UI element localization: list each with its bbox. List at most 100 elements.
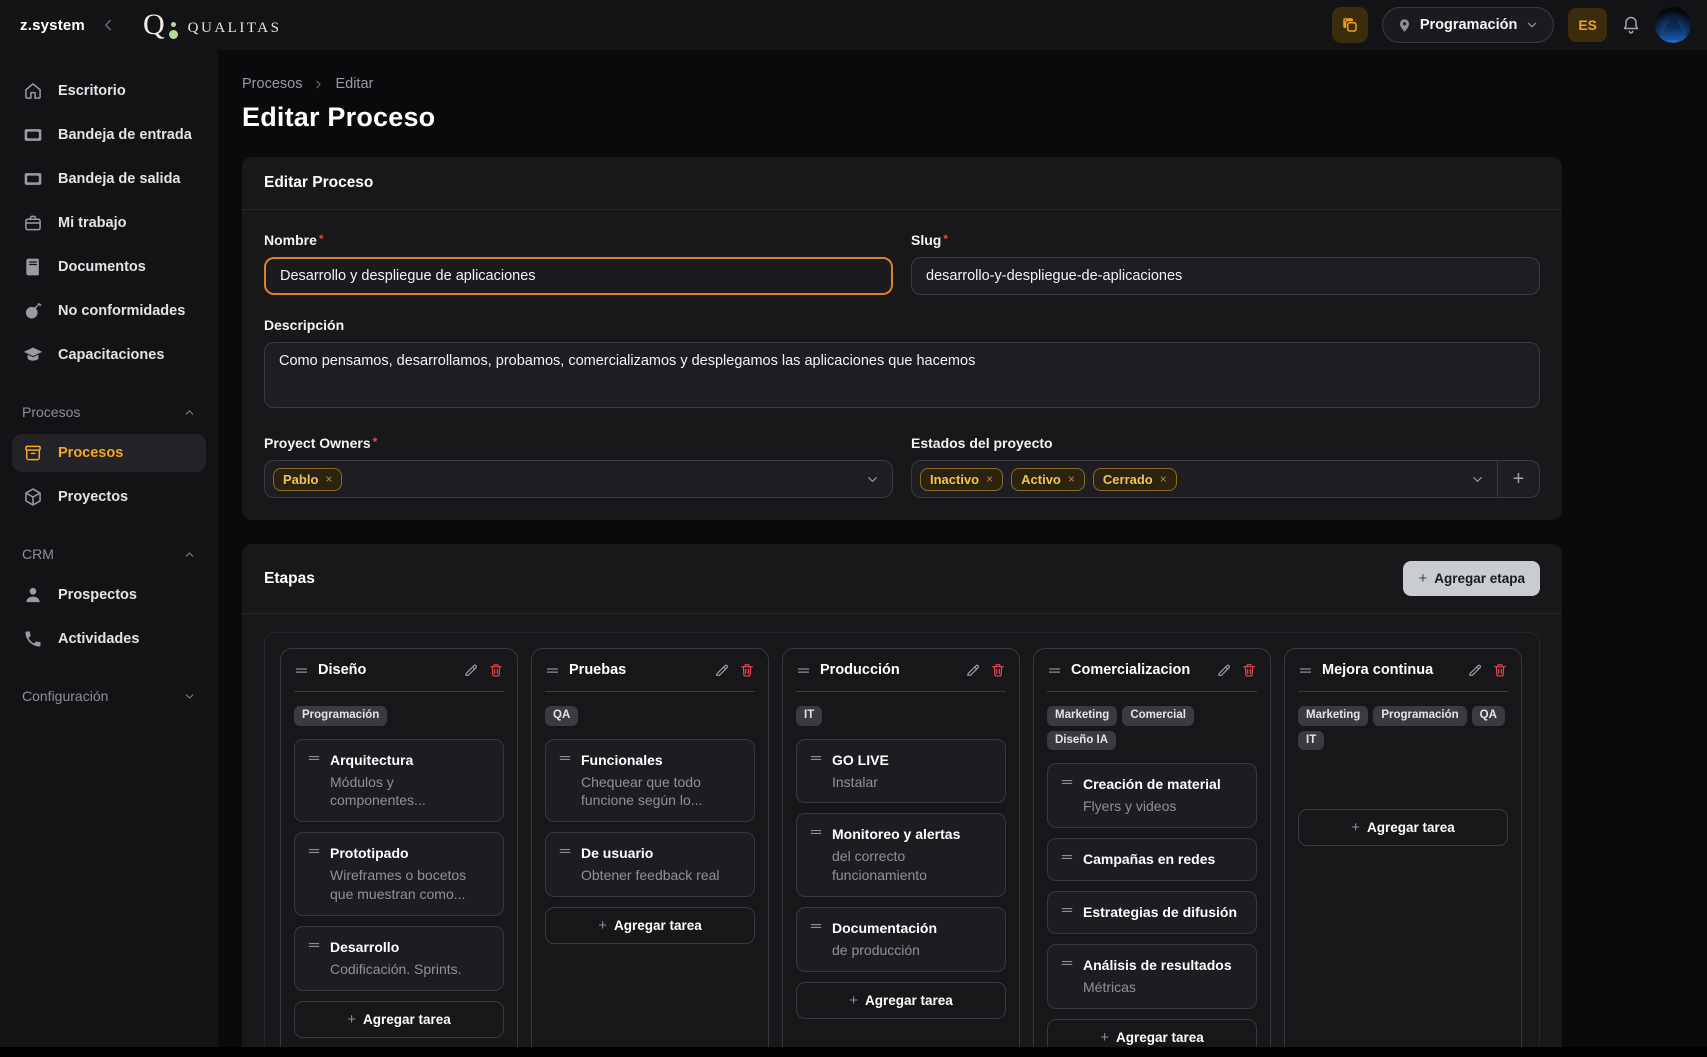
remove-tag-icon[interactable]: × [1068, 473, 1075, 485]
edit-stage-button[interactable] [1216, 662, 1232, 678]
add-estado-button[interactable]: + [1497, 461, 1539, 497]
drag-handle-icon[interactable] [545, 663, 560, 678]
breadcrumb: Procesos Editar [242, 76, 1562, 92]
logo-dots [169, 22, 178, 39]
drag-handle-icon[interactable] [307, 751, 321, 811]
drag-handle-icon[interactable] [558, 844, 572, 885]
add-stage-button[interactable]: + Agregar etapa [1403, 561, 1540, 596]
task-title: Estrategias de difusión [1083, 904, 1237, 920]
sidebar-item-label: No conformidades [58, 303, 185, 319]
estados-select[interactable]: Inactivo × Activo × Cerrado [911, 460, 1540, 498]
main-content: Procesos Editar Editar Proceso Editar Pr… [218, 50, 1707, 1047]
drag-handle-icon[interactable] [796, 663, 811, 678]
drag-handle-icon[interactable] [307, 844, 321, 904]
edit-process-card: Editar Proceso Nombre Slug Descrip [242, 157, 1562, 520]
drag-handle-icon[interactable] [1047, 663, 1062, 678]
sidebar-section-crm[interactable]: CRM [12, 538, 206, 570]
sidebar-item-no-conformidades[interactable]: No conformidades [12, 292, 206, 330]
add-task-button[interactable]: + Agregar tarea [294, 1001, 504, 1038]
sidebar-item-bandeja-salida[interactable]: Bandeja de salida [12, 160, 206, 198]
plus-icon: + [347, 1011, 356, 1028]
add-task-button[interactable]: + Agregar tarea [796, 982, 1006, 1019]
slug-input[interactable] [911, 257, 1540, 295]
drag-handle-icon[interactable] [1060, 850, 1074, 869]
remove-tag-icon[interactable]: × [325, 473, 332, 485]
task-card[interactable]: Creación de material Flyers y videos [1047, 763, 1257, 828]
sidebar-item-prospectos[interactable]: Prospectos [12, 576, 206, 614]
notifications-button[interactable] [1621, 15, 1641, 35]
workspace-selector[interactable]: Programación [1382, 7, 1555, 43]
edit-stage-button[interactable] [463, 662, 479, 678]
edit-stage-button[interactable] [965, 662, 981, 678]
task-card[interactable]: Monitoreo y alertas del correcto funcion… [796, 813, 1006, 897]
task-card[interactable]: GO LIVE Instalar [796, 739, 1006, 804]
etapas-card: Etapas + Agregar etapa Diseño [242, 544, 1562, 1047]
chevron-right-icon [312, 78, 325, 91]
drag-handle-icon[interactable] [307, 938, 321, 979]
task-card[interactable]: Documentación de producción [796, 907, 1006, 972]
delete-stage-button[interactable] [1241, 662, 1257, 678]
add-task-button[interactable]: + Agregar tarea [1298, 809, 1508, 846]
add-task-label: Agregar tarea [1116, 1030, 1204, 1045]
delete-stage-button[interactable] [990, 662, 1006, 678]
delete-stage-button[interactable] [1492, 662, 1508, 678]
stage-tag: QA [1472, 706, 1505, 726]
remove-tag-icon[interactable]: × [986, 473, 993, 485]
drag-handle-icon[interactable] [294, 663, 309, 678]
language-badge[interactable]: ES [1568, 8, 1607, 42]
sidebar-item-actividades[interactable]: Actividades [12, 620, 206, 658]
nombre-input[interactable] [264, 257, 893, 295]
drag-handle-icon[interactable] [558, 751, 572, 811]
drag-handle-icon[interactable] [809, 751, 823, 792]
bomb-icon [22, 301, 44, 321]
task-card[interactable]: Funcionales Chequear que todo funcione s… [545, 739, 755, 823]
task-subtitle: Instalar [832, 773, 993, 792]
field-slug: Slug [911, 232, 1540, 295]
sidebar-item-capacitaciones[interactable]: Capacitaciones [12, 336, 206, 374]
task-card[interactable]: De usuario Obtener feedback real [545, 832, 755, 897]
task-card[interactable]: Arquitectura Módulos y componentes... [294, 739, 504, 823]
copy-button[interactable] [1332, 7, 1368, 43]
task-card[interactable]: Estrategias de difusión [1047, 891, 1257, 934]
book-icon [22, 257, 44, 277]
breadcrumb-parent[interactable]: Procesos [242, 76, 302, 92]
sidebar-section-procesos[interactable]: Procesos [12, 396, 206, 428]
add-stage-label: Agregar etapa [1434, 571, 1525, 586]
task-card[interactable]: Desarrollo Codificación. Sprints. [294, 926, 504, 991]
sidebar-item-documentos[interactable]: Documentos [12, 248, 206, 286]
drag-handle-icon[interactable] [1060, 775, 1074, 816]
sidebar-collapse-button[interactable] [99, 16, 117, 34]
drag-handle-icon[interactable] [1060, 956, 1074, 997]
sidebar-item-escritorio[interactable]: Escritorio [12, 72, 206, 110]
plus-icon: + [1418, 570, 1427, 587]
task-card[interactable]: Análisis de resultados Métricas [1047, 944, 1257, 1009]
drag-handle-icon[interactable] [809, 919, 823, 960]
chevron-left-icon [99, 16, 117, 34]
drag-handle-icon[interactable] [1060, 903, 1074, 922]
drag-handle-icon[interactable] [809, 825, 823, 885]
etapas-title: Etapas [264, 570, 315, 588]
add-task-button[interactable]: + Agregar tarea [545, 907, 755, 944]
delete-stage-button[interactable] [488, 662, 504, 678]
edit-stage-button[interactable] [714, 662, 730, 678]
remove-tag-icon[interactable]: × [1160, 473, 1167, 485]
sidebar-item-label: Escritorio [58, 83, 126, 99]
user-avatar[interactable] [1655, 7, 1691, 43]
sidebar-item-mi-trabajo[interactable]: Mi trabajo [12, 204, 206, 242]
proyect-owners-select[interactable]: Pablo × [264, 460, 893, 498]
edit-process-card-header: Editar Proceso [242, 157, 1562, 210]
sidebar-item-bandeja-entrada[interactable]: Bandeja de entrada [12, 116, 206, 154]
sidebar-section-configuracion[interactable]: Configuración [12, 680, 206, 712]
descripcion-textarea[interactable]: Como pensamos, desarrollamos, probamos, … [264, 342, 1540, 408]
task-card[interactable]: Prototipado Wireframes o bocetos que mue… [294, 832, 504, 916]
task-title: Funcionales [581, 752, 663, 768]
stage-column-mejora-continua: Mejora continua Marketing Programación Q… [1284, 648, 1522, 1047]
drag-handle-icon[interactable] [1298, 663, 1313, 678]
delete-stage-button[interactable] [739, 662, 755, 678]
task-card[interactable]: Campañas en redes [1047, 838, 1257, 881]
sidebar-item-procesos[interactable]: Procesos [12, 434, 206, 472]
add-task-button[interactable]: + Agregar tarea [1047, 1019, 1257, 1047]
stage-tag: Marketing [1298, 706, 1368, 726]
edit-stage-button[interactable] [1467, 662, 1483, 678]
sidebar-item-proyectos[interactable]: Proyectos [12, 478, 206, 516]
